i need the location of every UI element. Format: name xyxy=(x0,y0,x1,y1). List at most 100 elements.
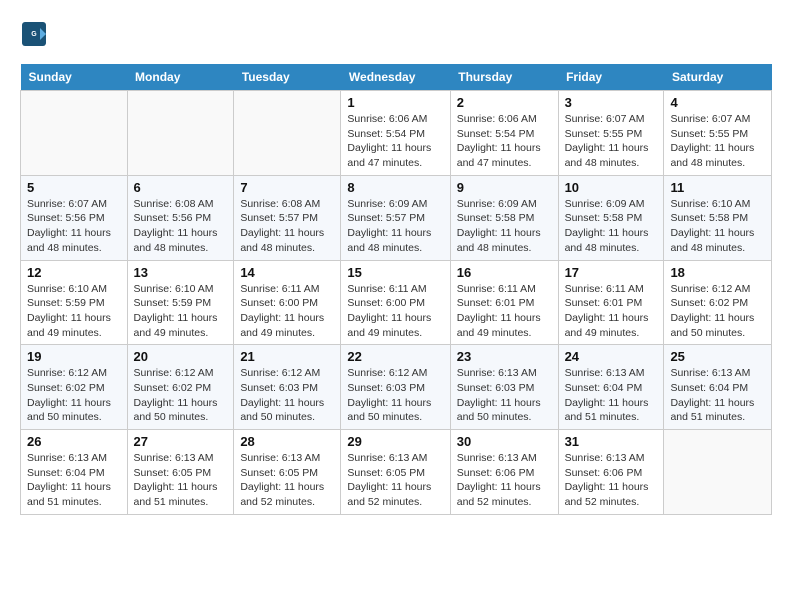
logo-icon: G xyxy=(20,20,48,48)
day-number: 27 xyxy=(134,434,228,449)
calendar-week-row: 26Sunrise: 6:13 AM Sunset: 6:04 PM Dayli… xyxy=(21,430,772,515)
calendar-cell: 16 Sunrise: 6:11 AM Sunset: 6:01 PM Dayli… xyxy=(450,260,558,345)
col-header-sunday: Sunday xyxy=(21,64,128,91)
day-number: 7 xyxy=(240,180,334,195)
calendar-cell: 12 Sunrise: 6:10 AM Sunset: 5:59 PM Dayli… xyxy=(21,260,128,345)
day-number: 22 xyxy=(347,349,443,364)
calendar-cell: 30 Sunrise: 6:13 AM Sunset: 6:06 PM Dayli… xyxy=(450,430,558,515)
day-number: 23 xyxy=(457,349,552,364)
col-header-thursday: Thursday xyxy=(450,64,558,91)
calendar-cell: 23Sunrise: 6:13 AM Sunset: 6:03 PM Dayli… xyxy=(450,345,558,430)
day-info: Sunrise: 6:11 AM Sunset: 6:00 PM Dayligh… xyxy=(240,282,334,341)
calendar-cell: 22 Sunrise: 6:12 AM Sunset: 6:03 PM Dayli… xyxy=(341,345,450,430)
day-number: 5 xyxy=(27,180,121,195)
day-number: 28 xyxy=(240,434,334,449)
calendar-cell: 25 Sunrise: 6:13 AM Sunset: 6:04 PM Dayli… xyxy=(664,345,772,430)
day-number: 9 xyxy=(457,180,552,195)
day-info: Sunrise: 6:11 AM Sunset: 6:01 PM Dayligh… xyxy=(457,282,552,341)
day-info: Sunrise: 6:12 AM Sunset: 6:02 PM Dayligh… xyxy=(670,282,765,341)
day-number: 1 xyxy=(347,95,443,110)
col-header-monday: Monday xyxy=(127,64,234,91)
svg-text:G: G xyxy=(31,31,37,38)
calendar-cell xyxy=(21,91,128,176)
calendar-cell: 7 Sunrise: 6:08 AM Sunset: 5:57 PM Daylig… xyxy=(234,175,341,260)
day-number: 15 xyxy=(347,265,443,280)
day-number: 31 xyxy=(565,434,658,449)
col-header-wednesday: Wednesday xyxy=(341,64,450,91)
day-info: Sunrise: 6:07 AM Sunset: 5:55 PM Dayligh… xyxy=(565,112,658,171)
calendar-cell: 29 Sunrise: 6:13 AM Sunset: 6:05 PM Dayli… xyxy=(341,430,450,515)
calendar-cell: 21Sunrise: 6:12 AM Sunset: 6:03 PM Dayli… xyxy=(234,345,341,430)
calendar-week-row: 19 Sunrise: 6:12 AM Sunset: 6:02 PM Dayli… xyxy=(21,345,772,430)
day-number: 17 xyxy=(565,265,658,280)
day-info: Sunrise: 6:12 AM Sunset: 6:02 PM Dayligh… xyxy=(134,366,228,425)
calendar-cell: 3Sunrise: 6:07 AM Sunset: 5:55 PM Daylig… xyxy=(558,91,664,176)
day-number: 25 xyxy=(670,349,765,364)
day-number: 18 xyxy=(670,265,765,280)
day-number: 24 xyxy=(565,349,658,364)
day-info: Sunrise: 6:06 AM Sunset: 5:54 PM Dayligh… xyxy=(347,112,443,171)
day-number: 6 xyxy=(134,180,228,195)
calendar-cell: 14 Sunrise: 6:11 AM Sunset: 6:00 PM Dayli… xyxy=(234,260,341,345)
calendar-cell: 8 Sunrise: 6:09 AM Sunset: 5:57 PM Daylig… xyxy=(341,175,450,260)
day-number: 2 xyxy=(457,95,552,110)
day-info: Sunrise: 6:11 AM Sunset: 6:01 PM Dayligh… xyxy=(565,282,658,341)
day-info: Sunrise: 6:10 AM Sunset: 5:59 PM Dayligh… xyxy=(27,282,121,341)
calendar-cell xyxy=(664,430,772,515)
day-info: Sunrise: 6:13 AM Sunset: 6:05 PM Dayligh… xyxy=(347,451,443,510)
calendar-cell: 20 Sunrise: 6:12 AM Sunset: 6:02 PM Dayli… xyxy=(127,345,234,430)
calendar-cell: 4 Sunrise: 6:07 AM Sunset: 5:55 PM Daylig… xyxy=(664,91,772,176)
day-info: Sunrise: 6:09 AM Sunset: 5:58 PM Dayligh… xyxy=(457,197,552,256)
day-number: 29 xyxy=(347,434,443,449)
day-number: 4 xyxy=(670,95,765,110)
calendar-cell: 27 Sunrise: 6:13 AM Sunset: 6:05 PM Dayli… xyxy=(127,430,234,515)
day-number: 10 xyxy=(565,180,658,195)
day-info: Sunrise: 6:13 AM Sunset: 6:05 PM Dayligh… xyxy=(134,451,228,510)
col-header-saturday: Saturday xyxy=(664,64,772,91)
day-info: Sunrise: 6:12 AM Sunset: 6:03 PM Dayligh… xyxy=(347,366,443,425)
day-number: 12 xyxy=(27,265,121,280)
day-number: 14 xyxy=(240,265,334,280)
calendar-cell: 10 Sunrise: 6:09 AM Sunset: 5:58 PM Dayli… xyxy=(558,175,664,260)
calendar-week-row: 12 Sunrise: 6:10 AM Sunset: 5:59 PM Dayli… xyxy=(21,260,772,345)
calendar-cell: 24 Sunrise: 6:13 AM Sunset: 6:04 PM Dayli… xyxy=(558,345,664,430)
calendar-cell: 28Sunrise: 6:13 AM Sunset: 6:05 PM Dayli… xyxy=(234,430,341,515)
day-info: Sunrise: 6:13 AM Sunset: 6:04 PM Dayligh… xyxy=(27,451,121,510)
day-info: Sunrise: 6:13 AM Sunset: 6:06 PM Dayligh… xyxy=(457,451,552,510)
col-header-friday: Friday xyxy=(558,64,664,91)
logo: G xyxy=(20,20,52,48)
calendar-cell: 17 Sunrise: 6:11 AM Sunset: 6:01 PM Dayli… xyxy=(558,260,664,345)
calendar-cell: 31 Sunrise: 6:13 AM Sunset: 6:06 PM Dayli… xyxy=(558,430,664,515)
day-info: Sunrise: 6:10 AM Sunset: 5:59 PM Dayligh… xyxy=(134,282,228,341)
calendar-cell: 19 Sunrise: 6:12 AM Sunset: 6:02 PM Dayli… xyxy=(21,345,128,430)
day-info: Sunrise: 6:13 AM Sunset: 6:04 PM Dayligh… xyxy=(565,366,658,425)
day-number: 19 xyxy=(27,349,121,364)
day-number: 21 xyxy=(240,349,334,364)
day-info: Sunrise: 6:13 AM Sunset: 6:06 PM Dayligh… xyxy=(565,451,658,510)
day-number: 30 xyxy=(457,434,552,449)
day-info: Sunrise: 6:06 AM Sunset: 5:54 PM Dayligh… xyxy=(457,112,552,171)
calendar-cell: 9 Sunrise: 6:09 AM Sunset: 5:58 PM Daylig… xyxy=(450,175,558,260)
day-info: Sunrise: 6:09 AM Sunset: 5:57 PM Dayligh… xyxy=(347,197,443,256)
day-number: 16 xyxy=(457,265,552,280)
calendar-cell xyxy=(234,91,341,176)
day-info: Sunrise: 6:07 AM Sunset: 5:55 PM Dayligh… xyxy=(670,112,765,171)
day-info: Sunrise: 6:09 AM Sunset: 5:58 PM Dayligh… xyxy=(565,197,658,256)
calendar-week-row: 1 Sunrise: 6:06 AM Sunset: 5:54 PM Daylig… xyxy=(21,91,772,176)
calendar-cell: 26Sunrise: 6:13 AM Sunset: 6:04 PM Dayli… xyxy=(21,430,128,515)
day-number: 11 xyxy=(670,180,765,195)
calendar-week-row: 5 Sunrise: 6:07 AM Sunset: 5:56 PM Daylig… xyxy=(21,175,772,260)
calendar-cell: 18 Sunrise: 6:12 AM Sunset: 6:02 PM Dayli… xyxy=(664,260,772,345)
day-info: Sunrise: 6:13 AM Sunset: 6:04 PM Dayligh… xyxy=(670,366,765,425)
day-info: Sunrise: 6:07 AM Sunset: 5:56 PM Dayligh… xyxy=(27,197,121,256)
col-header-tuesday: Tuesday xyxy=(234,64,341,91)
day-number: 20 xyxy=(134,349,228,364)
day-number: 13 xyxy=(134,265,228,280)
day-info: Sunrise: 6:08 AM Sunset: 5:57 PM Dayligh… xyxy=(240,197,334,256)
calendar-table: SundayMondayTuesdayWednesdayThursdayFrid… xyxy=(20,64,772,515)
day-info: Sunrise: 6:10 AM Sunset: 5:58 PM Dayligh… xyxy=(670,197,765,256)
day-info: Sunrise: 6:08 AM Sunset: 5:56 PM Dayligh… xyxy=(134,197,228,256)
day-number: 8 xyxy=(347,180,443,195)
day-info: Sunrise: 6:12 AM Sunset: 6:02 PM Dayligh… xyxy=(27,366,121,425)
day-info: Sunrise: 6:11 AM Sunset: 6:00 PM Dayligh… xyxy=(347,282,443,341)
